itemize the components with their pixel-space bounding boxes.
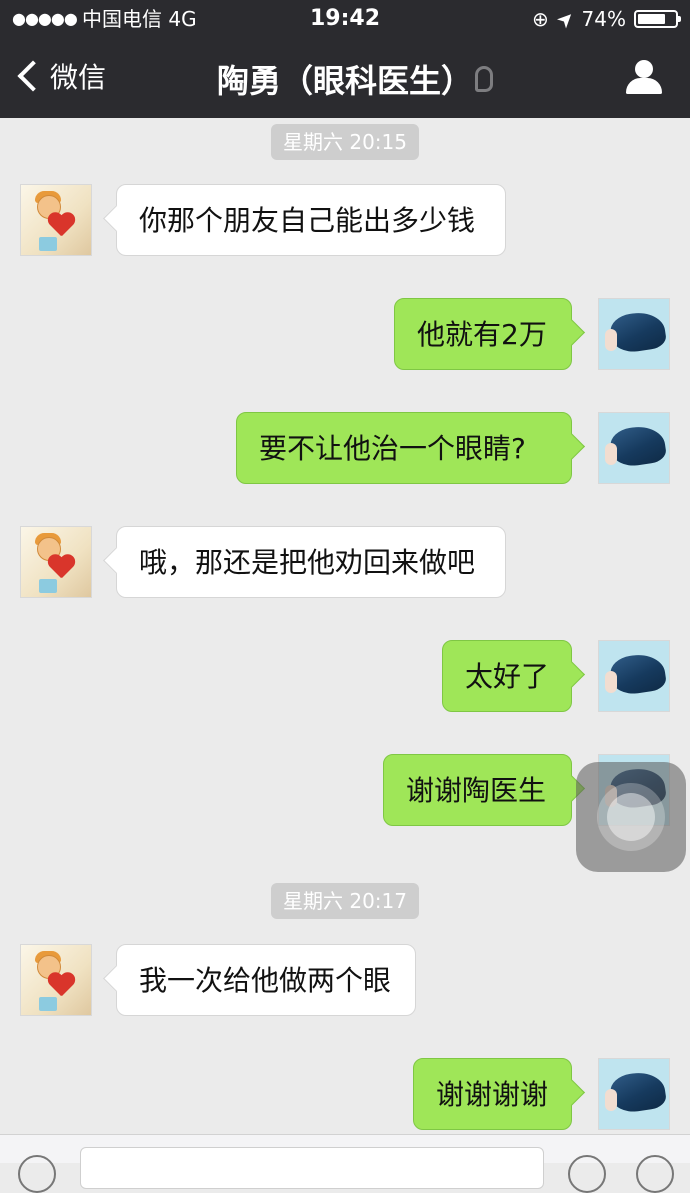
message-bubble-incoming[interactable]: 哦，那还是把他劝回来做吧 <box>116 526 506 598</box>
message-bubble-outgoing[interactable]: 谢谢陶医生 <box>383 754 572 826</box>
earpiece-mode-icon <box>475 66 493 92</box>
location-icon: ➤ <box>550 4 580 34</box>
emoji-icon[interactable] <box>568 1155 606 1193</box>
message-bubble-outgoing[interactable]: 他就有2万 <box>394 298 572 370</box>
status-bar: ●●●●● 中国电信 4G 19:42 ⊕ ➤ 74% <box>0 0 690 38</box>
assistive-touch-button[interactable] <box>576 762 686 872</box>
contact-avatar[interactable] <box>20 184 92 256</box>
message-bubble-outgoing[interactable]: 谢谢谢谢 <box>413 1058 572 1130</box>
contact-avatar[interactable] <box>20 526 92 598</box>
chat-title: 陶勇（眼科医生） <box>216 62 473 100</box>
battery-icon <box>634 10 681 28</box>
assistive-touch-ring-inner <box>607 793 655 841</box>
message-bubble-outgoing[interactable]: 要不让他治一个眼睛? <box>236 412 572 484</box>
message-input[interactable] <box>80 1147 544 1189</box>
voice-input-icon[interactable] <box>18 1155 56 1193</box>
nav-bar: 微信 陶勇（眼科医生） <box>0 38 690 118</box>
battery-fill <box>638 14 665 24</box>
battery-percent: 74% <box>581 7 626 31</box>
top-bar: ●●●●● 中国电信 4G 19:42 ⊕ ➤ 74% 微信 陶勇（眼科医生） <box>0 0 690 118</box>
message-bubble-incoming[interactable]: 我一次给他做两个眼 <box>116 944 416 1016</box>
message-bubble-incoming[interactable]: 你那个朋友自己能出多少钱 <box>116 184 506 256</box>
more-plus-icon[interactable] <box>636 1155 674 1193</box>
rotation-lock-icon: ⊕ <box>532 7 549 31</box>
status-right: ⊕ ➤ 74% <box>532 0 681 38</box>
timestamp-pill: 星期六 20:17 <box>271 883 419 919</box>
contact-avatar[interactable] <box>20 944 92 1016</box>
person-icon-body <box>626 78 662 94</box>
user-avatar[interactable] <box>598 640 670 712</box>
person-icon-head <box>635 60 653 78</box>
user-avatar[interactable] <box>598 1058 670 1130</box>
input-bar <box>0 1134 690 1193</box>
chat-info-button[interactable] <box>624 60 664 96</box>
timestamp-pill: 星期六 20:15 <box>271 124 419 160</box>
user-avatar[interactable] <box>598 412 670 484</box>
user-avatar[interactable] <box>598 298 670 370</box>
message-bubble-outgoing[interactable]: 太好了 <box>442 640 572 712</box>
